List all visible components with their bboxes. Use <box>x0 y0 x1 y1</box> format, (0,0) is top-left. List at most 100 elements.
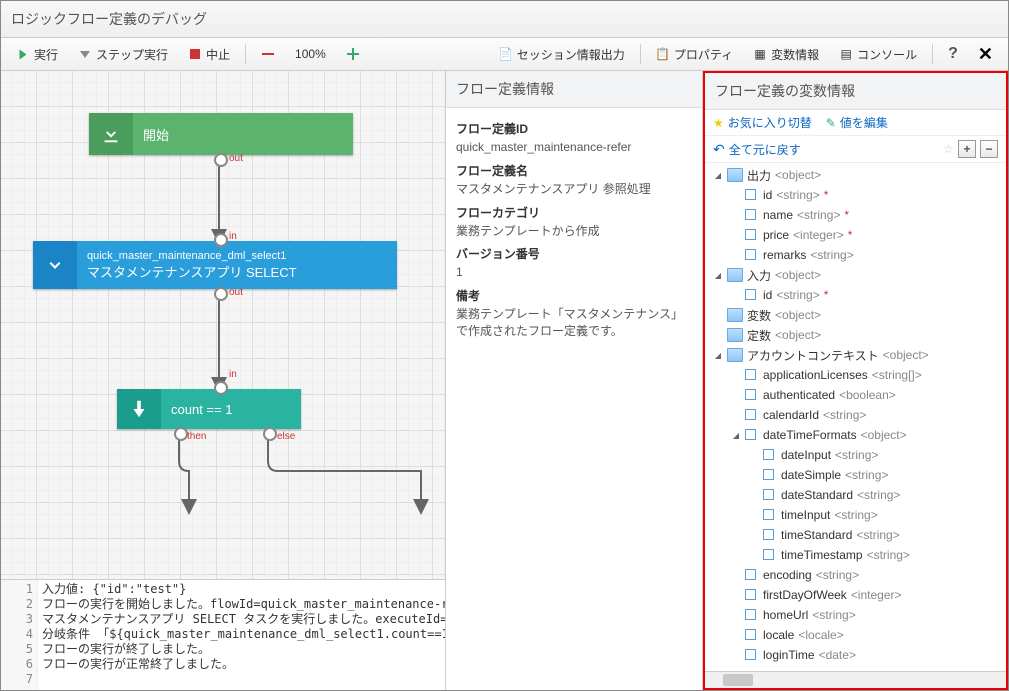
port[interactable] <box>214 153 228 167</box>
tree-row[interactable]: id <string> * <box>705 285 1006 305</box>
tree-row[interactable]: calendarId <string> <box>705 405 1006 425</box>
tree-node-name: locale <box>763 628 794 642</box>
zoom-in-button[interactable] <box>337 43 369 65</box>
variable-tree[interactable]: ◢出力 <object>id <string> *name <string> *… <box>705 163 1006 671</box>
port-label: in <box>229 231 237 242</box>
leaf-icon <box>745 389 759 401</box>
tree-row[interactable]: remarks <string> <box>705 245 1006 265</box>
tree-row[interactable]: timeStandard <string> <box>705 525 1006 545</box>
port[interactable] <box>214 287 228 301</box>
tree-row[interactable]: loginTime <date> <box>705 645 1006 665</box>
property-button[interactable]: 📋プロパティ <box>647 42 742 67</box>
port[interactable] <box>263 427 277 441</box>
tree-node-type: <string> <box>776 288 819 302</box>
stop-button[interactable]: 中止 <box>179 42 239 67</box>
toggle-icon[interactable]: ◢ <box>731 431 741 440</box>
leaf-icon <box>745 569 759 581</box>
tree-row[interactable]: ◢dateTimeFormats <object> <box>705 425 1006 445</box>
property-icon: 📋 <box>656 47 670 61</box>
tree-row[interactable]: homeUrl <string> <box>705 605 1006 625</box>
leaf-icon <box>763 509 777 521</box>
flow-name-value: マスタメンテナンスアプリ 参照処理 <box>456 181 692 198</box>
tree-row[interactable]: timeTimestamp <string> <box>705 545 1006 565</box>
tree-row[interactable]: ◢アカウントコンテキスト <object> <box>705 345 1006 365</box>
tree-node-type: <object> <box>883 348 929 362</box>
required-mark: * <box>844 208 849 222</box>
tree-row[interactable]: 変数 <object> <box>705 305 1006 325</box>
minus-icon <box>261 47 275 61</box>
edit-values[interactable]: 値を編集 <box>840 114 888 131</box>
tree-row[interactable]: firstDayOfWeek <integer> <box>705 585 1006 605</box>
console-icon: ▤ <box>839 47 853 61</box>
varinfo-button[interactable]: ▦変数情報 <box>744 42 828 67</box>
port[interactable] <box>214 381 228 395</box>
branch-icon <box>117 389 161 429</box>
leaf-icon <box>745 629 759 641</box>
tree-row[interactable]: locale <locale> <box>705 625 1006 645</box>
tree-node-type: <locale> <box>798 628 843 642</box>
tree-row[interactable]: authenticated <boolean> <box>705 385 1006 405</box>
collapse-all-button[interactable]: − <box>980 140 998 158</box>
leaf-icon <box>745 429 759 441</box>
close-button[interactable]: ✕ <box>969 40 1002 69</box>
node-start-label: 開始 <box>143 125 343 144</box>
zoom-out-button[interactable] <box>252 43 284 65</box>
tree-row[interactable]: price <integer> * <box>705 225 1006 245</box>
node-condition-label: count == 1 <box>171 402 291 417</box>
required-mark: * <box>848 228 853 242</box>
tree-row[interactable]: timeInput <string> <box>705 505 1006 525</box>
revert-all[interactable]: 全て元に戻す <box>729 141 801 158</box>
toggle-icon[interactable]: ◢ <box>713 171 723 180</box>
tree-node-type: <string> <box>776 188 819 202</box>
tree-row[interactable]: applicationLicenses <string[]> <box>705 365 1006 385</box>
star-icon: ★ <box>713 116 724 130</box>
port-label: out <box>229 287 243 298</box>
console-button[interactable]: ▤コンソール <box>830 42 926 67</box>
port[interactable] <box>214 233 228 247</box>
leaf-icon <box>745 249 759 261</box>
node-condition[interactable]: count == 1 <box>117 389 301 429</box>
tree-node-type: <string> <box>810 248 853 262</box>
node-start[interactable]: 開始 <box>89 113 353 155</box>
star-outline-icon: ☆ <box>943 142 954 156</box>
tree-row[interactable]: encoding <string> <box>705 565 1006 585</box>
tree-row[interactable]: dateStandard <string> <box>705 485 1006 505</box>
tree-node-name: 変数 <box>747 307 771 324</box>
leaf-icon <box>763 489 777 501</box>
toggle-icon[interactable]: ◢ <box>713 271 723 280</box>
session-info-button[interactable]: 📄セッション情報出力 <box>490 42 634 67</box>
tree-node-name: dateStandard <box>781 488 853 502</box>
flow-remarks-value: 業務テンプレート「マスタメンテナンス」で作成されたフロー定義です。 <box>456 306 692 340</box>
expand-all-button[interactable]: + <box>958 140 976 158</box>
flow-canvas[interactable]: 開始 out quick_master_maintenance_dml_sele… <box>1 71 445 579</box>
flow-category-value: 業務テンプレートから作成 <box>456 223 692 240</box>
tree-row[interactable]: ◢出力 <object> <box>705 165 1006 185</box>
tree-node-type: <string> <box>816 568 859 582</box>
h-scrollbar[interactable] <box>705 671 1006 688</box>
var-info-header: フロー定義の変数情報 <box>705 73 1006 110</box>
favorite-toggle[interactable]: お気に入り切替 <box>728 114 812 131</box>
tree-row[interactable]: dateSimple <string> <box>705 465 1006 485</box>
zoom-level[interactable]: 100% <box>286 43 335 65</box>
log-lines[interactable]: 入力値: {"id":"test"}フローの実行を開始しました。flowId=q… <box>38 580 445 690</box>
folder-icon <box>727 268 743 282</box>
flow-id-value: quick_master_maintenance-refer <box>456 139 692 156</box>
tree-row[interactable]: id <string> * <box>705 185 1006 205</box>
tree-node-type: <integer> <box>793 228 844 242</box>
tree-node-type: <date> <box>819 648 856 662</box>
tree-row[interactable]: 定数 <object> <box>705 325 1006 345</box>
tree-row[interactable]: dateInput <string> <box>705 445 1006 465</box>
flow-info-header: フロー定義情報 <box>446 71 702 108</box>
port[interactable] <box>174 427 188 441</box>
tree-row[interactable]: ◢入力 <object> <box>705 265 1006 285</box>
leaf-icon <box>745 209 759 221</box>
help-button[interactable]: ? <box>939 41 967 67</box>
run-button[interactable]: 実行 <box>7 42 67 67</box>
toggle-icon[interactable]: ◢ <box>713 351 723 360</box>
node-task[interactable]: quick_master_maintenance_dml_select1マスタメ… <box>33 241 397 289</box>
node-task-id: quick_master_maintenance_dml_select1 <box>87 250 387 262</box>
tree-row[interactable]: name <string> * <box>705 205 1006 225</box>
leaf-icon <box>745 609 759 621</box>
step-button[interactable]: ステップ実行 <box>69 42 177 67</box>
tree-node-type: <string> <box>835 448 878 462</box>
